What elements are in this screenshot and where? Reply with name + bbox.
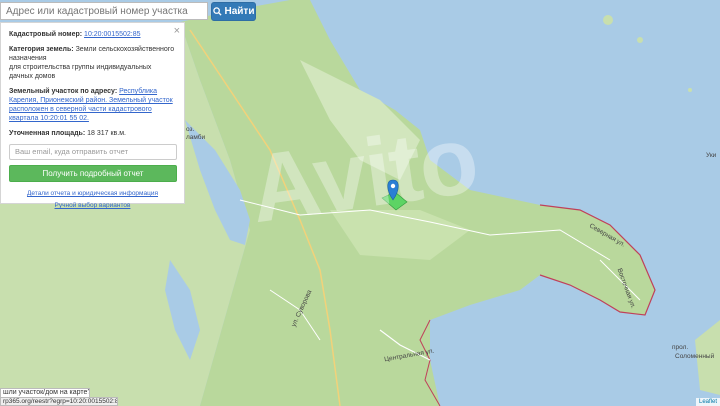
search-button[interactable]: Найти xyxy=(211,2,256,21)
leaflet-attribution[interactable]: Leaflet xyxy=(695,398,720,406)
search-icon xyxy=(212,7,222,16)
close-icon[interactable]: × xyxy=(174,26,180,37)
label-prol: прол. xyxy=(672,344,689,351)
cadastral-row: Кадастровый номер: 10:20:0015502:85 xyxy=(9,30,176,39)
label-oz: оз. xyxy=(186,126,195,133)
label-lambi: ламби xyxy=(186,134,206,141)
details-link[interactable]: Детали отчета и юридическая информация xyxy=(27,190,158,197)
area-row: Уточненная площадь: 18 317 кв.м. xyxy=(9,129,176,138)
category-label: Категория земель: xyxy=(9,46,74,53)
manual-select-link[interactable]: Ручной выбор вариантов xyxy=(55,202,131,209)
cadastral-link[interactable]: 10:20:0015502:85 xyxy=(84,31,140,38)
search-input[interactable] xyxy=(0,2,208,20)
category-row: Категория земель: Земли сельскохозяйстве… xyxy=(9,45,176,81)
category-value2: для строительства группы индивидуальных … xyxy=(9,64,152,80)
label-uki: Уки xyxy=(706,152,717,159)
label-solomenny: Соломенный xyxy=(675,353,715,360)
area-value: 18 317 кв.м. xyxy=(87,130,126,137)
parcel-info-panel: × Кадастровый номер: 10:20:0015502:85 Ка… xyxy=(0,22,185,209)
status-url-bar: rp365.org/reestr?egrp=10:20:0015502:85 xyxy=(0,397,118,406)
address-label: Земельный участок по адресу: xyxy=(9,88,118,95)
get-report-button[interactable]: Получить подробный отчет xyxy=(9,165,177,182)
cadastral-label: Кадастровый номер: xyxy=(9,31,83,38)
address-row: Земельный участок по адресу: Республика … xyxy=(9,87,176,123)
search-button-label: Найти xyxy=(224,6,255,17)
email-field[interactable]: Ваш email, куда отправить отчет xyxy=(9,144,177,160)
area-label: Уточненная площадь: xyxy=(9,130,86,137)
